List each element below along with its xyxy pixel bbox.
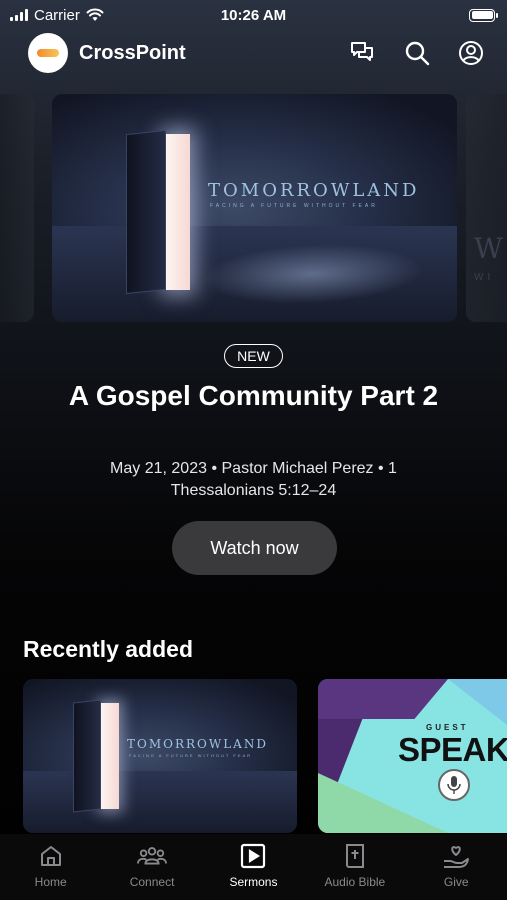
tab-sermons[interactable]: Sermons (203, 841, 303, 889)
tab-home[interactable]: Home (1, 841, 101, 889)
carrier-label: Carrier (34, 6, 80, 24)
search-icon[interactable] (403, 39, 431, 67)
status-bar: Carrier 10:26 AM (0, 0, 507, 30)
badge-wrap: NEW (0, 344, 507, 368)
signal-icon (10, 9, 28, 21)
profile-icon[interactable] (457, 39, 485, 67)
tab-bar: Home Connect Sermons Audio Bible Give (0, 834, 507, 900)
carousel-next-card[interactable]: W WI (466, 94, 507, 322)
new-badge: NEW (224, 344, 283, 368)
sermon-title: A Gospel Community Part 2 (68, 380, 439, 411)
microphone-icon (438, 769, 470, 801)
bible-icon (340, 841, 370, 871)
tab-label: Give (443, 875, 469, 889)
artwork-title: TOMORROWLAND (208, 180, 420, 201)
tab-label: Home (34, 875, 67, 889)
battery-icon (469, 8, 498, 22)
doorway-light (101, 703, 119, 809)
tab-label: Audio Bible (324, 875, 386, 889)
carousel-prev-card[interactable] (0, 94, 34, 322)
wifi-icon (86, 8, 104, 21)
give-icon (441, 841, 471, 871)
tab-audio-bible[interactable]: Audio Bible (305, 841, 405, 889)
tab-connect[interactable]: Connect (102, 841, 202, 889)
artwork-subtitle: FACING A FUTURE WITHOUT FEAR (210, 203, 378, 209)
header-actions (349, 39, 485, 67)
tab-label: Connect (129, 875, 175, 889)
people-icon (137, 841, 168, 871)
church-logo[interactable] (28, 33, 68, 73)
recently-added-title: Recently added (23, 636, 193, 662)
card-subtitle: FACING A FUTURE WITHOUT FEAR (129, 753, 253, 758)
app-header: CrossPoint (0, 30, 507, 76)
app-title: CrossPoint (79, 41, 186, 64)
tab-give[interactable]: Give (406, 841, 506, 889)
tab-label: Sermons (229, 875, 278, 889)
chat-icon[interactable] (349, 39, 377, 67)
card-title: SPEAKER (398, 731, 507, 768)
recent-card-guest-speaker[interactable]: GUEST SPEAKER (318, 679, 507, 833)
play-icon (238, 841, 268, 871)
hero-artwork[interactable]: TOMORROWLAND FACING A FUTURE WITHOUT FEA… (52, 94, 457, 322)
open-door (126, 129, 166, 295)
recent-card-tomorrowland[interactable]: TOMORROWLAND FACING A FUTURE WITHOUT FEA… (23, 679, 297, 833)
watch-now-button[interactable]: Watch now (172, 521, 337, 575)
card-title: TOMORROWLAND (127, 737, 268, 751)
app-screen: Carrier 10:26 AM CrossPoint W WI TOMORRO… (0, 0, 507, 900)
status-left: Carrier (10, 7, 104, 24)
home-icon (36, 841, 66, 871)
sermon-meta: May 21, 2023 • Pastor Michael Perez • 1 … (110, 460, 397, 499)
doorway-light (166, 134, 190, 290)
open-door (73, 699, 101, 813)
